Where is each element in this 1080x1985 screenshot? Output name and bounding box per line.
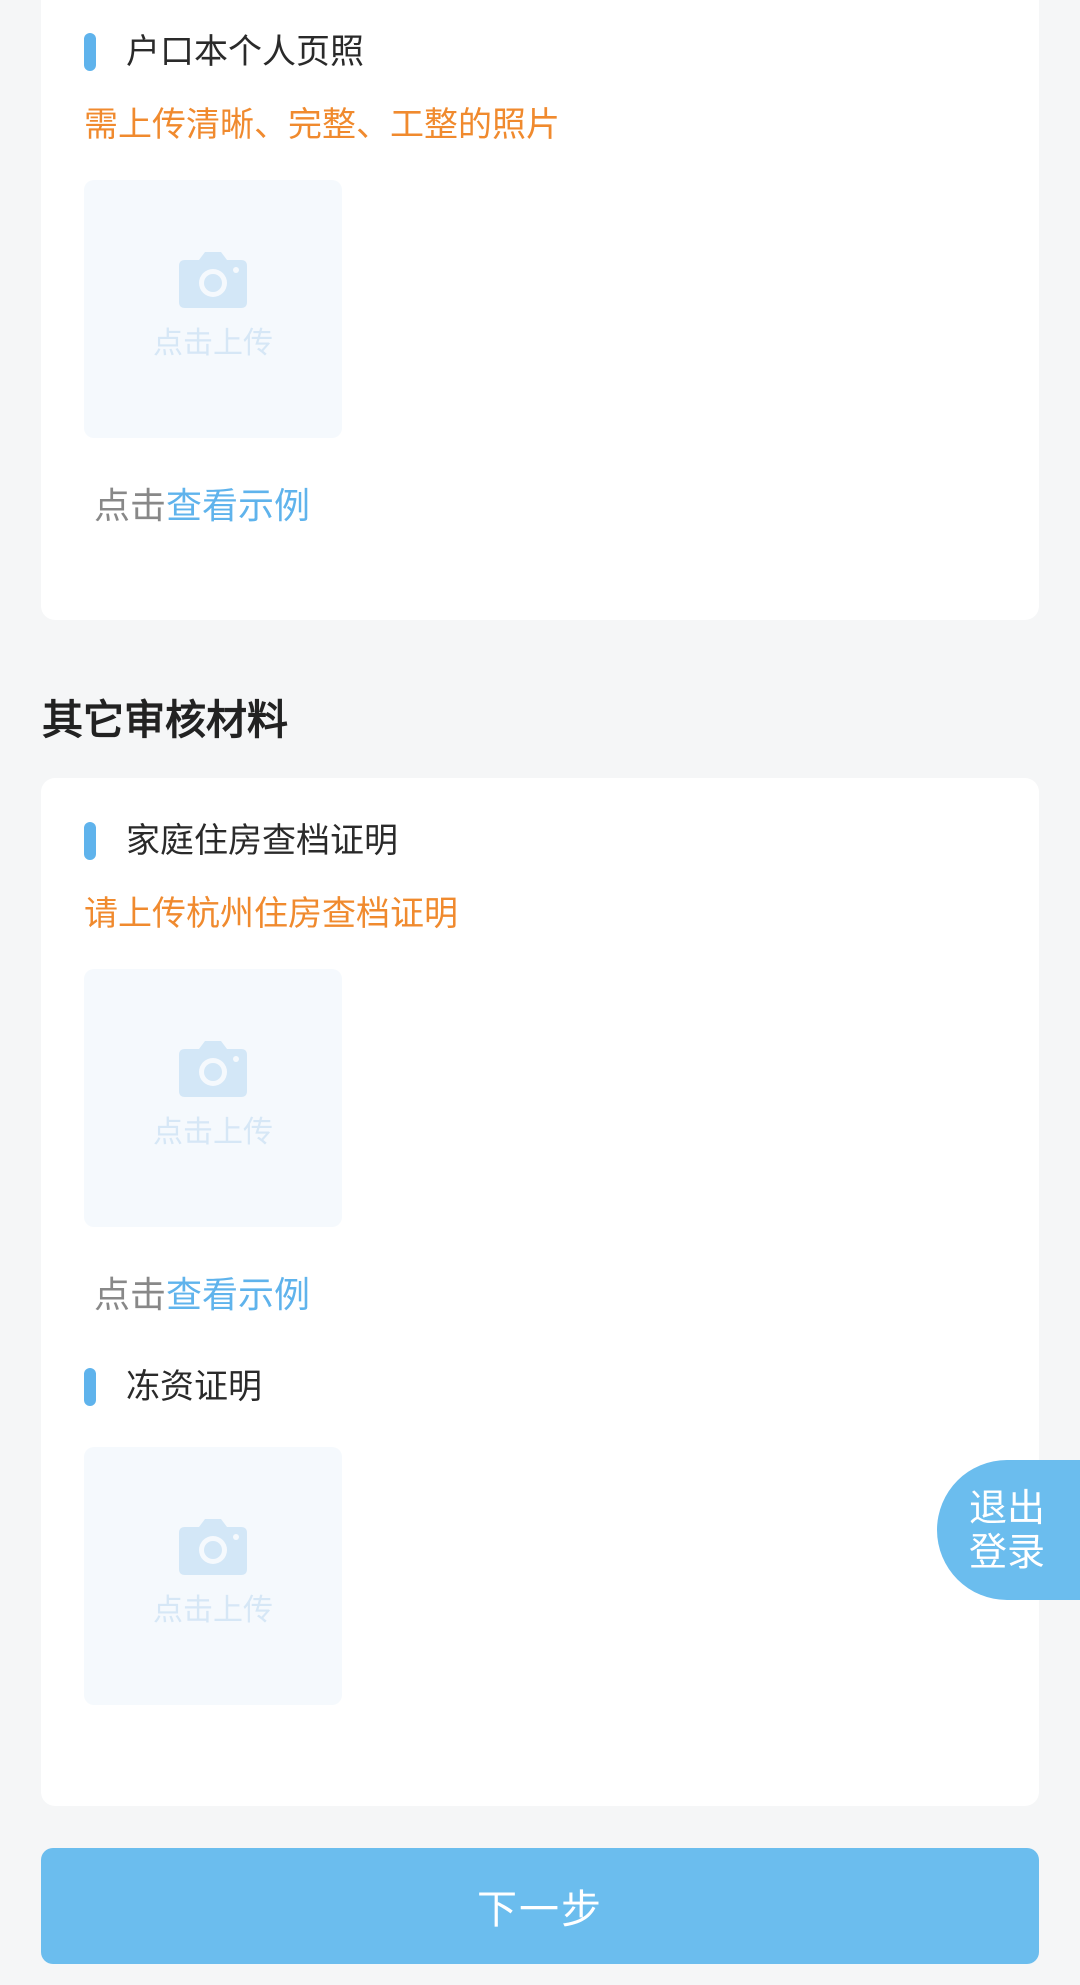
upload-placeholder-text: 点击上传 [153, 1593, 273, 1628]
housing-example-line: 点击查看示例 [94, 1271, 310, 1321]
camera-icon [179, 1519, 247, 1575]
hukou-field-title: 户口本个人页照 [84, 27, 364, 77]
logout-line-1: 退出 [969, 1486, 1046, 1530]
title-accent-bar [84, 1368, 96, 1406]
housing-hint: 请上传杭州住房查档证明 [84, 894, 458, 934]
title-accent-bar [84, 822, 96, 860]
other-materials-heading: 其它审核材料 [42, 696, 288, 744]
frozen-funds-title-label: 冻资证明 [126, 1367, 262, 1407]
hukou-upload-box[interactable]: 点击上传 [84, 180, 342, 438]
logout-line-2: 登录 [969, 1530, 1046, 1574]
housing-upload-box[interactable]: 点击上传 [84, 969, 342, 1227]
hukou-view-example-link[interactable]: 查看示例 [166, 486, 310, 527]
upload-placeholder-text: 点击上传 [153, 1115, 273, 1150]
hukou-example-line: 点击查看示例 [94, 482, 310, 532]
frozen-funds-field-title: 冻资证明 [84, 1362, 262, 1412]
housing-view-example-link[interactable]: 查看示例 [166, 1275, 310, 1316]
frozen-funds-upload-box[interactable]: 点击上传 [84, 1447, 342, 1705]
camera-icon [179, 1041, 247, 1097]
hukou-title-label: 户口本个人页照 [126, 32, 364, 72]
housing-field-title: 家庭住房查档证明 [84, 816, 398, 866]
example-prefix: 点击 [94, 1275, 167, 1316]
logout-button[interactable]: 退出 登录 [937, 1460, 1080, 1600]
hukou-hint: 需上传清晰、完整、工整的照片 [84, 105, 560, 145]
next-step-button[interactable]: 下一步 [41, 1848, 1039, 1964]
housing-title-label: 家庭住房查档证明 [126, 821, 398, 861]
title-accent-bar [84, 33, 96, 71]
upload-placeholder-text: 点击上传 [153, 326, 273, 361]
camera-icon [179, 252, 247, 308]
example-prefix: 点击 [94, 486, 167, 527]
